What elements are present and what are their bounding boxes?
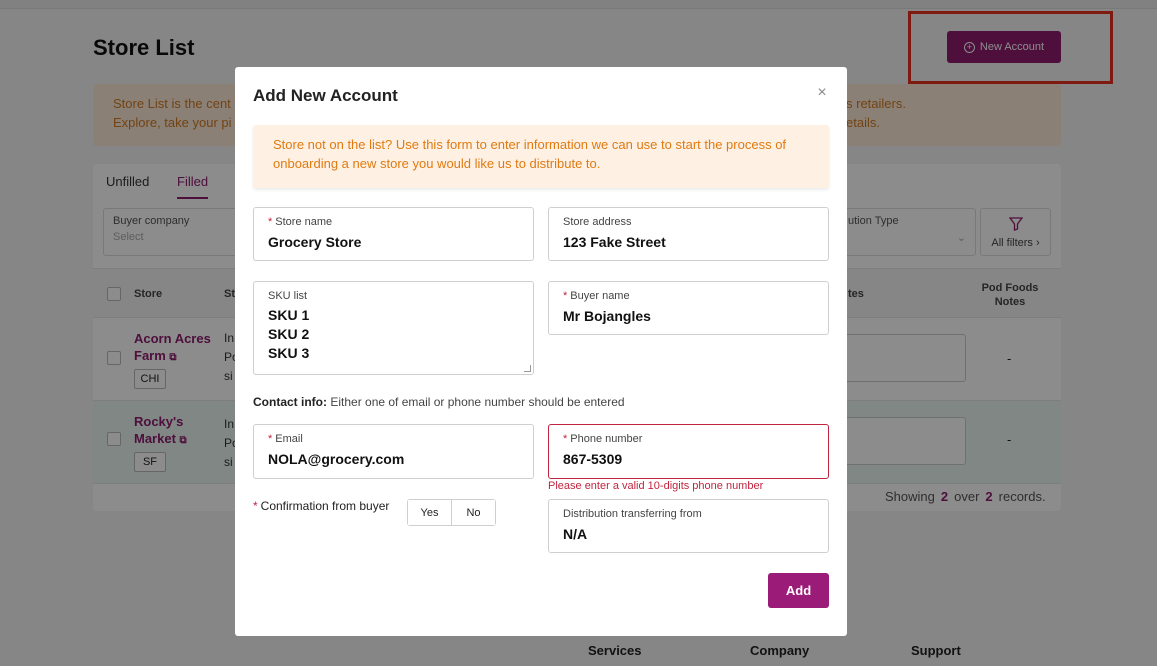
contact-info-hint: Contact info: Either one of email or pho… bbox=[253, 395, 625, 409]
distribution-value: N/A bbox=[563, 526, 588, 542]
add-button[interactable]: Add bbox=[768, 573, 829, 608]
store-address-field[interactable]: Store address 123 Fake Street bbox=[548, 207, 829, 261]
sku-list-textarea[interactable]: SKU list SKU 1 SKU 2 SKU 3 bbox=[253, 281, 534, 375]
resize-handle-icon[interactable] bbox=[524, 365, 531, 372]
email-field[interactable]: * Email NOLA@grocery.com bbox=[253, 424, 534, 479]
phone-error-message: Please enter a valid 10-digits phone num… bbox=[548, 480, 764, 492]
sku-list-value: SKU 1 SKU 2 SKU 3 bbox=[268, 307, 310, 361]
no-button[interactable]: No bbox=[451, 500, 495, 525]
confirmation-toggle: Yes No bbox=[407, 499, 496, 526]
close-icon[interactable]: × bbox=[815, 85, 829, 101]
modal-title: Add New Account bbox=[253, 86, 398, 105]
store-name-field[interactable]: * Store name Grocery Store bbox=[253, 207, 534, 261]
email-value: NOLA@grocery.com bbox=[268, 451, 405, 467]
phone-number-value: 867-5309 bbox=[563, 451, 623, 467]
store-address-value: 123 Fake Street bbox=[563, 234, 666, 250]
confirmation-label: * Confirmation from buyer bbox=[253, 499, 390, 513]
add-account-modal: Add New Account × Store not on the list?… bbox=[235, 67, 847, 636]
buyer-name-field[interactable]: * Buyer name Mr Bojangles bbox=[548, 281, 829, 335]
store-name-value: Grocery Store bbox=[268, 234, 362, 250]
buyer-name-value: Mr Bojangles bbox=[563, 308, 651, 324]
info-alert: Store not on the list? Use this form to … bbox=[253, 125, 829, 188]
phone-number-field[interactable]: * Phone number 867-5309 bbox=[548, 424, 829, 479]
distribution-transferring-field[interactable]: Distribution transferring from N/A bbox=[548, 499, 829, 553]
yes-button[interactable]: Yes bbox=[408, 500, 451, 525]
